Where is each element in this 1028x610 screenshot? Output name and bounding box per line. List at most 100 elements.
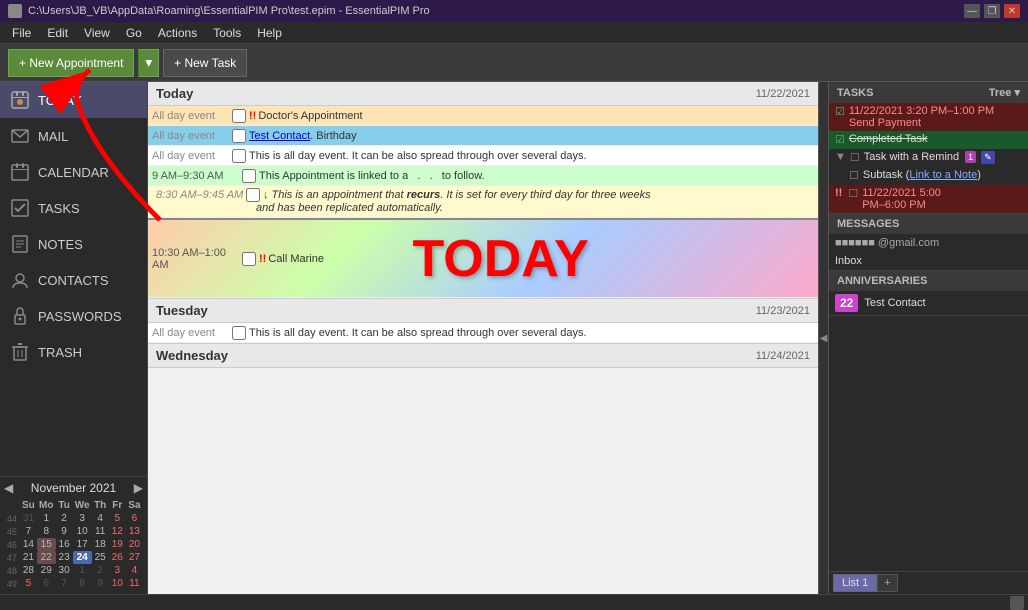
tuesday-event-checkbox[interactable] — [232, 326, 246, 340]
msg-item-1[interactable]: ■■■■■■ @gmail.com — [829, 234, 1028, 252]
event-birthday[interactable]: All day event Test Contact. Birthday — [148, 126, 818, 146]
menu-actions[interactable]: Actions — [150, 24, 205, 42]
minimize-button[interactable]: — — [964, 4, 980, 18]
cal-day[interactable]: 30 — [56, 564, 73, 577]
cal-day[interactable]: 14 — [20, 538, 37, 551]
cal-day[interactable]: 10 — [73, 525, 92, 538]
event-checkbox2[interactable] — [232, 129, 246, 143]
new-task-button[interactable]: + New Task — [163, 49, 247, 77]
cal-day[interactable]: 12 — [109, 525, 126, 538]
task-item-3[interactable]: ▼ ☐ Task with a Remind 1 ✎ — [829, 149, 1028, 167]
close-button[interactable]: ✕ — [1004, 4, 1020, 18]
cal-day[interactable]: 2 — [92, 564, 109, 577]
tasks-view[interactable]: Tree ▾ — [989, 86, 1020, 99]
cal-day[interactable]: 19 — [109, 538, 126, 551]
event-recurs[interactable]: 8:30 AM–9:45 AM ↓ This is an appointment… — [148, 186, 818, 218]
title-bar-text: C:\Users\JB_VB\AppData\Roaming\Essential… — [28, 5, 430, 17]
cal-day[interactable]: 27 — [126, 551, 143, 564]
tuesday-event-text: This is all day event. It can be also sp… — [249, 327, 587, 339]
menu-go[interactable]: Go — [118, 24, 150, 42]
cal-day[interactable]: 15 — [37, 538, 56, 551]
task-expand-3[interactable]: ▼ — [835, 151, 846, 163]
cal-day[interactable]: 6 — [126, 512, 143, 525]
new-appointment-button[interactable]: + New Appointment — [8, 49, 134, 77]
cal-day[interactable]: 3 — [109, 564, 126, 577]
cal-day[interactable]: 28 — [20, 564, 37, 577]
cal-day[interactable]: 22 — [37, 551, 56, 564]
today-overlay-block[interactable]: 10:30 AM–1:00 AM !! TODAY Call Marine — [148, 218, 818, 298]
sidebar-item-trash[interactable]: TRASH — [0, 334, 147, 370]
cal-day[interactable]: 1 — [37, 512, 56, 525]
task-item-1[interactable]: ☑ 11/22/2021 3:20 PM–1:00 PMSend Payment — [829, 103, 1028, 131]
cal-weeknum-header — [4, 499, 20, 512]
cal-day[interactable]: 3 — [73, 512, 92, 525]
cal-day[interactable]: 4 — [92, 512, 109, 525]
sidebar-item-contacts[interactable]: CONTACTS — [0, 262, 147, 298]
maximize-button[interactable]: ❐ — [984, 4, 1000, 18]
event-link[interactable]: Test Contact — [249, 130, 310, 142]
cal-day[interactable]: 7 — [56, 577, 73, 590]
tasks-icon — [10, 198, 30, 218]
menu-edit[interactable]: Edit — [39, 24, 76, 42]
task-edit-3[interactable]: ✎ — [981, 151, 995, 164]
cal-day[interactable]: 23 — [56, 551, 73, 564]
subtask-link[interactable]: Link to a Note — [909, 169, 977, 181]
cal-day[interactable]: 6 — [37, 577, 56, 590]
cal-day[interactable]: 5 — [109, 512, 126, 525]
cal-next-button[interactable]: ▶ — [134, 481, 143, 495]
list-tab-1[interactable]: List 1 — [833, 574, 877, 592]
collapse-handle[interactable]: ◀ — [818, 82, 828, 594]
event-checkbox3[interactable] — [232, 149, 246, 163]
cal-day[interactable]: 9 — [56, 525, 73, 538]
anniv-item-1[interactable]: 22 Test Contact — [829, 291, 1028, 315]
event-linked-appointment[interactable]: 9 AM–9:30 AM This Appointment is linked … — [148, 166, 818, 186]
sidebar-item-tasks[interactable]: TASKS — [0, 190, 147, 226]
cal-day[interactable]: 18 — [92, 538, 109, 551]
sidebar-item-notes[interactable]: NOTES — [0, 226, 147, 262]
tuesday-event[interactable]: All day event This is all day event. It … — [148, 323, 818, 343]
cal-day[interactable]: 4 — [126, 564, 143, 577]
cal-day[interactable]: 2 — [56, 512, 73, 525]
cal-day[interactable]: 7 — [20, 525, 37, 538]
task-item-4[interactable]: ☐ Subtask (Link to a Note) — [829, 167, 1028, 185]
cal-day[interactable]: 16 — [56, 538, 73, 551]
cal-day[interactable]: 31 — [20, 512, 37, 525]
sidebar-item-today[interactable]: TODAY — [0, 82, 147, 118]
list-tab-add-button[interactable]: + — [877, 574, 897, 592]
cal-day[interactable]: 21 — [20, 551, 37, 564]
cal-day[interactable]: 5 — [20, 577, 37, 590]
task-item-2[interactable]: ☑ Completed Task — [829, 131, 1028, 149]
menu-tools[interactable]: Tools — [205, 24, 249, 42]
cal-day[interactable]: 11 — [126, 577, 143, 590]
cal-day[interactable]: 10 — [109, 577, 126, 590]
cal-day[interactable]: 9 — [92, 577, 109, 590]
cal-day[interactable]: 20 — [126, 538, 143, 551]
event-checkbox5[interactable] — [246, 188, 260, 202]
menu-view[interactable]: View — [76, 24, 118, 42]
cal-day[interactable]: 26 — [109, 551, 126, 564]
event-checkbox[interactable] — [232, 109, 246, 123]
cal-day[interactable]: 24 — [73, 551, 92, 564]
cal-day[interactable]: 8 — [73, 577, 92, 590]
sidebar-item-calendar[interactable]: CALENDAR — [0, 154, 147, 190]
menu-help[interactable]: Help — [249, 24, 290, 42]
cal-day[interactable]: 1 — [73, 564, 92, 577]
sidebar-item-passwords[interactable]: PASSWORDS — [0, 298, 147, 334]
cal-day[interactable]: 13 — [126, 525, 143, 538]
event-checkbox6[interactable] — [242, 252, 256, 266]
event-allday-spread[interactable]: All day event This is all day event. It … — [148, 146, 818, 166]
appointment-dropdown-button[interactable]: ▾ — [138, 49, 159, 77]
title-bar-controls[interactable]: — ❐ ✕ — [964, 4, 1020, 18]
event-checkbox4[interactable] — [242, 169, 256, 183]
cal-day[interactable]: 17 — [73, 538, 92, 551]
menu-file[interactable]: File — [4, 24, 39, 42]
cal-prev-button[interactable]: ◀ — [4, 481, 13, 495]
event-doctors-appointment[interactable]: All day event !! Doctor's Appointment — [148, 106, 818, 126]
cal-day[interactable]: 11 — [92, 525, 109, 538]
msg-item-2[interactable]: Inbox — [829, 252, 1028, 270]
sidebar-item-mail[interactable]: MAIL — [0, 118, 147, 154]
cal-day[interactable]: 25 — [92, 551, 109, 564]
cal-day[interactable]: 29 — [37, 564, 56, 577]
cal-day[interactable]: 8 — [37, 525, 56, 538]
task-item-5[interactable]: !! ☐ 11/22/2021 5:00PM–6:00 PM — [829, 185, 1028, 213]
